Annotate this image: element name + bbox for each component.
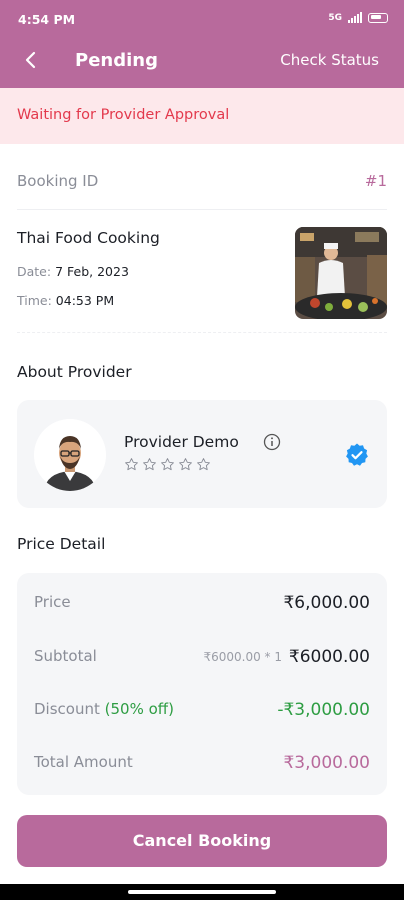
total-value: ₹3,000.00 — [283, 753, 370, 773]
verified-badge-icon — [346, 443, 368, 466]
check-status-button[interactable]: Check Status — [280, 51, 379, 69]
star-icon — [197, 458, 210, 471]
discount-value: -₹3,000.00 — [277, 700, 370, 720]
provider-card[interactable]: Provider Demo — [17, 400, 387, 508]
discount-label: Discount — [34, 700, 100, 718]
price-row: Price ₹6,000.00 — [34, 593, 370, 617]
total-row: Total Amount ₹3,000.00 — [34, 753, 370, 777]
time-label: Time: — [17, 293, 52, 308]
star-icon — [179, 458, 192, 471]
signal-icon — [348, 12, 362, 23]
service-summary: Thai Food Cooking Date: 7 Feb, 2023 Time… — [17, 215, 387, 333]
about-provider-title: About Provider — [17, 363, 132, 381]
star-icon — [125, 458, 138, 471]
home-indicator[interactable] — [128, 890, 276, 894]
provider-name: Provider Demo — [124, 433, 239, 451]
booking-id-label: Booking ID — [17, 172, 99, 190]
back-arrow-icon[interactable] — [20, 48, 44, 72]
status-banner: Waiting for Provider Approval — [0, 88, 404, 144]
price-value: ₹6,000.00 — [283, 593, 370, 613]
price-label: Price — [34, 593, 71, 611]
system-nav-bar — [0, 884, 404, 900]
battery-icon — [368, 12, 388, 23]
time-value: 04:53 PM — [55, 293, 115, 308]
booking-date: Date: 7 Feb, 2023 — [17, 264, 129, 279]
network-type: 5G — [328, 12, 342, 23]
app-bar: Pending Check Status — [0, 40, 404, 88]
cancel-booking-button[interactable]: Cancel Booking — [17, 815, 387, 867]
discount-row: Discount (50% off) -₹3,000.00 — [34, 700, 370, 724]
subtotal-value: ₹6000.00 — [288, 647, 370, 667]
provider-avatar — [34, 419, 106, 491]
booking-id-row: Booking ID #1 — [17, 160, 387, 210]
date-label: Date: — [17, 264, 52, 279]
star-icon — [161, 458, 174, 471]
booking-time: Time: 04:53 PM — [17, 293, 114, 308]
subtotal-note: ₹6000.00 * 1 — [203, 650, 282, 664]
info-icon[interactable] — [263, 433, 281, 451]
date-value: 7 Feb, 2023 — [55, 264, 129, 279]
booking-id-value: #1 — [364, 172, 387, 190]
system-icons: 5G — [328, 12, 388, 23]
total-label: Total Amount — [34, 753, 133, 771]
subtotal-row: Subtotal ₹6000.00 * 1 ₹6000.00 — [34, 647, 370, 671]
star-icon — [143, 458, 156, 471]
page-title: Pending — [75, 50, 158, 71]
price-detail-card: Price ₹6,000.00 Subtotal ₹6000.00 * 1 ₹6… — [17, 573, 387, 795]
status-bar: 4:54 PM 5G — [0, 0, 404, 40]
service-name: Thai Food Cooking — [17, 229, 160, 247]
price-detail-title: Price Detail — [17, 535, 106, 553]
status-time: 4:54 PM — [18, 12, 76, 27]
provider-rating — [124, 457, 211, 472]
status-banner-text: Waiting for Provider Approval — [17, 107, 230, 123]
service-image — [295, 227, 387, 319]
discount-percent: (50% off) — [104, 700, 174, 718]
subtotal-label: Subtotal — [34, 647, 97, 665]
discount-label-wrap: Discount (50% off) — [34, 700, 174, 718]
